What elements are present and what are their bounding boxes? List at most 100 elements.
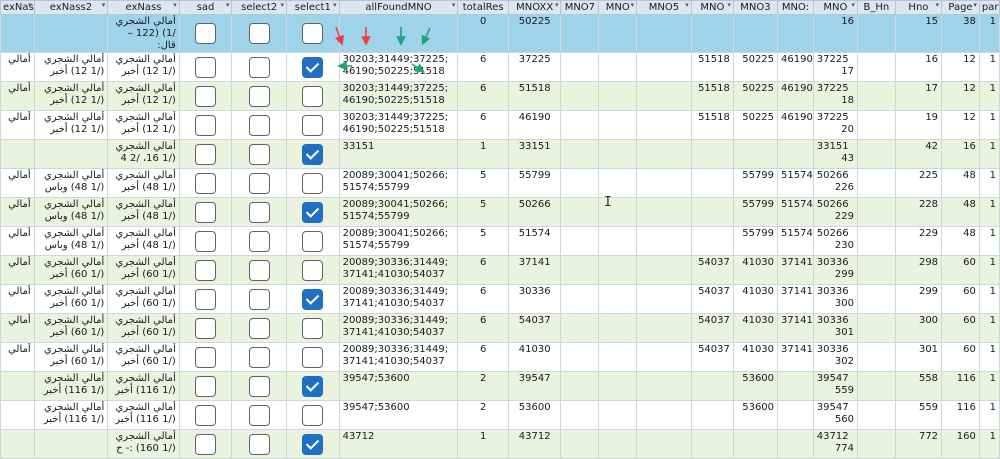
table-row[interactable]: أمالي الشجري /1) (122 – قال: 0 50225 16 15 38… — [0, 14, 1000, 53]
cell-part[interactable]: 1 — [978, 400, 1000, 430]
cell-page[interactable]: 60 — [941, 313, 980, 343]
cell-exnass3[interactable] — [0, 139, 35, 169]
cell-mno2[interactable]: 46190 — [777, 52, 814, 82]
cell-mno2[interactable]: 46190 — [777, 110, 814, 140]
cell-mno[interactable]: 50266 226 — [812, 168, 858, 198]
cell-mno6[interactable] — [598, 81, 638, 111]
cell-mno3[interactable]: 41030 — [732, 255, 779, 285]
cell-mno5[interactable] — [636, 139, 692, 169]
col-header-mno5[interactable]: MNO5 ▾ — [636, 0, 692, 15]
select2-checkbox[interactable] — [248, 288, 270, 310]
cell-mno2[interactable] — [777, 139, 814, 169]
cell-mno5[interactable] — [636, 313, 692, 343]
cell-mno6[interactable] — [598, 139, 638, 169]
cell-part[interactable]: 1 — [978, 429, 1000, 459]
cell-mno4[interactable] — [690, 139, 734, 169]
cell-mno3[interactable]: 55799 — [732, 226, 779, 256]
cell-mno7[interactable] — [560, 313, 600, 343]
table-row[interactable]: أمالي أمالي الشجري (/1 12) أخبر أمالي الشج… — [0, 81, 1000, 111]
cell-mno7[interactable] — [560, 226, 600, 256]
cell-exnass3[interactable]: أمالي — [0, 342, 35, 372]
sad-checkbox[interactable] — [195, 288, 217, 310]
cell-mno3[interactable]: 55799 — [732, 197, 779, 227]
cell-mno4[interactable] — [690, 429, 734, 459]
cell-allfoundmno[interactable] — [338, 14, 459, 53]
col-header-allfoundmno[interactable]: allFoundMNO ▾ — [338, 0, 459, 15]
cell-totalres[interactable]: 6 — [457, 255, 509, 285]
cell-mno2[interactable] — [777, 371, 814, 401]
table-row[interactable]: أمالي أمالي الشجري (/1 12) أخبر أمالي الشج… — [0, 110, 1000, 140]
select2-checkbox[interactable] — [248, 404, 270, 426]
sad-checkbox[interactable] — [195, 259, 217, 281]
cell-exnass2[interactable]: أمالي الشجري (/1 48) وباس — [33, 197, 109, 227]
cell-mno2[interactable]: 37141 — [777, 342, 814, 372]
cell-exnass[interactable]: أمالي الشجري /1) (122 – قال: — [107, 14, 180, 53]
cell-allfoundmno[interactable]: 20089;30041;50266;51574;55799 — [338, 168, 459, 198]
cell-mno6[interactable] — [598, 371, 638, 401]
cell-mno7[interactable] — [560, 255, 600, 285]
cell-hno[interactable]: 299 — [894, 284, 943, 314]
cell-mno[interactable]: 30336 301 — [812, 313, 858, 343]
cell-mnoxx[interactable]: 51518 — [507, 81, 562, 111]
cell-exnass[interactable]: أمالي الشجري (/1 12) أخبر — [107, 110, 180, 140]
cell-mno7[interactable] — [560, 197, 600, 227]
cell-exnass3[interactable]: أمالي — [0, 197, 35, 227]
cell-exnass2[interactable]: أمالي الشجري (/1 48) وباس — [33, 168, 109, 198]
cell-allfoundmno[interactable]: 43712 — [338, 429, 459, 459]
cell-mno3[interactable]: 53600 — [732, 371, 779, 401]
cell-page[interactable]: 116 — [941, 400, 980, 430]
cell-part[interactable]: 1 — [978, 81, 1000, 111]
cell-mnoxx[interactable]: 33151 — [507, 139, 562, 169]
select1-checkbox[interactable] — [302, 259, 324, 281]
cell-hno[interactable]: 229 — [894, 226, 943, 256]
cell-mno7[interactable] — [560, 342, 600, 372]
select2-checkbox[interactable] — [248, 143, 270, 165]
cell-hno[interactable]: 16 — [894, 52, 943, 82]
cell-exnass[interactable]: أمالي الشجري (/1 116) أخبر — [107, 371, 180, 401]
cell-mno[interactable]: 39547 560 — [812, 400, 858, 430]
select2-checkbox[interactable] — [248, 259, 270, 281]
cell-totalres[interactable]: 2 — [457, 400, 509, 430]
select2-checkbox[interactable] — [248, 433, 270, 455]
col-header-mnoxx[interactable]: MNOXX ▾ — [507, 0, 562, 15]
sad-checkbox[interactable] — [195, 56, 217, 78]
select1-checkbox[interactable] — [302, 317, 324, 339]
cell-exnass3[interactable] — [0, 400, 35, 430]
select1-checkbox[interactable] — [302, 143, 324, 165]
cell-exnass2[interactable]: أمالي الشجري (/1 48) وباس — [33, 226, 109, 256]
cell-mno7[interactable] — [560, 81, 600, 111]
cell-mno6[interactable] — [598, 226, 638, 256]
cell-mno3[interactable] — [732, 139, 779, 169]
cell-mno7[interactable] — [560, 14, 600, 53]
col-header-mno7[interactable]: MNO7 — [560, 0, 600, 15]
cell-hno[interactable]: 19 — [894, 110, 943, 140]
cell-part[interactable]: 1 — [978, 52, 1000, 82]
cell-mno3[interactable]: 50225 — [732, 110, 779, 140]
table-row[interactable]: أمالي أمالي الشجري (/1 60) أخبر أمالي الشج… — [0, 255, 1000, 285]
cell-totalres[interactable]: 6 — [457, 284, 509, 314]
cell-mno7[interactable] — [560, 371, 600, 401]
cell-allfoundmno[interactable]: 30203;31449;37225;46190;50225;51518 — [338, 110, 459, 140]
cell-allfoundmno[interactable]: 20089;30336;31449;37141;41030;54037 — [338, 284, 459, 314]
cell-mno3[interactable]: 55799 — [732, 168, 779, 198]
cell-mno5[interactable] — [636, 226, 692, 256]
cell-mno4[interactable] — [690, 400, 734, 430]
cell-mnoxx[interactable]: 37225 — [507, 52, 562, 82]
select1-checkbox[interactable] — [302, 85, 324, 107]
cell-hno[interactable]: 772 — [894, 429, 943, 459]
cell-totalres[interactable]: 2 — [457, 371, 509, 401]
table-row[interactable]: أمالي الشجري (/1 116) أخبر أمالي الشجري (… — [0, 371, 1000, 401]
select2-checkbox[interactable] — [248, 85, 270, 107]
cell-allfoundmno[interactable]: 20089;30041;50266;51574;55799 — [338, 226, 459, 256]
table-row[interactable]: أمالي أمالي الشجري (/1 60) أخبر أمالي الشج… — [0, 342, 1000, 372]
table-row[interactable]: أمالي أمالي الشجري (/1 48) وباس أمالي الشج… — [0, 226, 1000, 256]
sad-checkbox[interactable] — [195, 143, 217, 165]
cell-mno2[interactable]: 51574 — [777, 168, 814, 198]
cell-exnass[interactable]: أمالي الشجري (/1 12) أخبر — [107, 52, 180, 82]
cell-mno6[interactable] — [598, 342, 638, 372]
col-header-select1[interactable]: select1 ▾ — [286, 0, 340, 15]
cell-exnass3[interactable]: أمالي — [0, 168, 35, 198]
cell-mno[interactable]: 50266 230 — [812, 226, 858, 256]
cell-mno7[interactable] — [560, 52, 600, 82]
cell-totalres[interactable]: 5 — [457, 226, 509, 256]
